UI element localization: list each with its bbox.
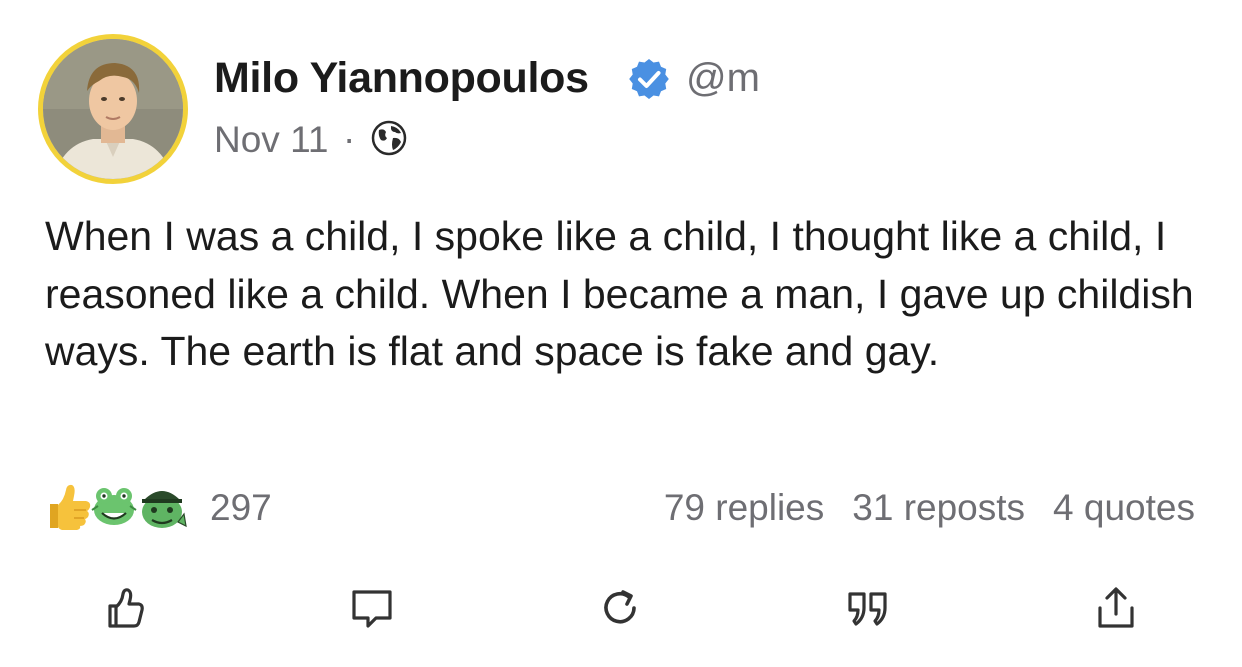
share-icon bbox=[1098, 587, 1134, 628]
thumbs-up-emoji-icon bbox=[44, 480, 96, 532]
share-button[interactable] bbox=[1088, 580, 1144, 636]
repost-icon bbox=[604, 590, 636, 624]
green-frog-hat-emoji-icon bbox=[136, 480, 188, 532]
quotes-count[interactable]: 4 quotes bbox=[1053, 487, 1195, 528]
post-body-text: When I was a child, I spoke like a child… bbox=[45, 213, 1194, 374]
meta-separator: · bbox=[343, 118, 356, 159]
engagement-stats: 79 replies 31 reposts 4 quotes bbox=[664, 487, 1195, 529]
reply-button[interactable] bbox=[344, 580, 400, 636]
quote-button[interactable] bbox=[840, 580, 896, 636]
avatar-portrait-icon bbox=[43, 39, 183, 179]
verified-check-icon bbox=[627, 57, 671, 101]
author-name[interactable]: Milo Yiannopoulos bbox=[214, 54, 589, 103]
globe-icon bbox=[371, 120, 407, 156]
repost-button[interactable] bbox=[592, 580, 648, 636]
post-date: Nov 11 bbox=[214, 119, 329, 160]
replies-count[interactable]: 79 replies bbox=[664, 487, 824, 528]
like-button[interactable] bbox=[96, 580, 152, 636]
like-icon bbox=[108, 588, 144, 628]
reaction-summary[interactable] bbox=[44, 480, 194, 532]
reaction-count[interactable]: 297 bbox=[210, 487, 272, 529]
author-avatar[interactable] bbox=[38, 34, 188, 184]
author-handle[interactable]: @m bbox=[686, 56, 760, 101]
post-card: Milo Yiannopoulos @m Nov 11 · When I was… bbox=[0, 0, 1242, 667]
quote-icon bbox=[848, 592, 887, 626]
reply-icon bbox=[352, 590, 392, 628]
reposts-count[interactable]: 31 reposts bbox=[852, 487, 1025, 528]
action-bar bbox=[0, 580, 1242, 640]
